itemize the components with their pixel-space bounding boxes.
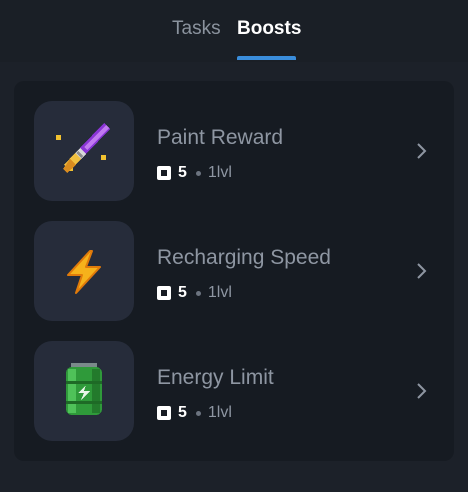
boost-item-recharging-speed[interactable]: Recharging Speed 5 1lvl — [14, 221, 454, 321]
chevron-right-icon — [417, 143, 427, 159]
boost-level: 1lvl — [207, 284, 232, 301]
boost-title: Energy Limit — [157, 366, 274, 389]
active-tab-indicator — [237, 56, 296, 60]
boost-icon-tile — [34, 101, 134, 201]
boost-icon-tile — [34, 341, 134, 441]
boost-meta: 5 1lvl — [157, 403, 232, 423]
boost-level: 1lvl — [207, 164, 232, 181]
boost-item-energy-limit[interactable]: Energy Limit 5 1lvl — [14, 341, 454, 441]
tab-tasks[interactable]: Tasks — [172, 18, 221, 40]
boost-meta: 5 1lvl — [157, 163, 232, 183]
separator-dot — [195, 290, 201, 296]
boost-meta: 5 1lvl — [157, 283, 232, 303]
chevron-right-icon — [417, 383, 427, 399]
tab-boosts[interactable]: Boosts — [237, 18, 301, 40]
boost-cost: 5 — [178, 284, 187, 301]
boosts-panel: Paint Reward 5 1lvl Recharging Speed 5 1… — [14, 81, 454, 461]
separator-dot — [195, 170, 201, 176]
paintbrush-icon — [56, 123, 110, 173]
coin-icon — [157, 286, 171, 300]
battery-icon — [66, 363, 102, 415]
boost-icon-tile — [34, 221, 134, 321]
lightning-icon — [67, 250, 101, 294]
boost-title: Recharging Speed — [157, 246, 331, 269]
chevron-right-icon — [417, 263, 427, 279]
coin-icon — [157, 406, 171, 420]
tab-bar: Tasks Boosts — [0, 0, 468, 62]
boost-title: Paint Reward — [157, 126, 284, 149]
separator-dot — [195, 410, 201, 416]
boost-level: 1lvl — [207, 404, 232, 421]
boost-cost: 5 — [178, 404, 187, 421]
coin-icon — [157, 166, 171, 180]
boost-item-paint-reward[interactable]: Paint Reward 5 1lvl — [14, 101, 454, 201]
boost-cost: 5 — [178, 164, 187, 181]
